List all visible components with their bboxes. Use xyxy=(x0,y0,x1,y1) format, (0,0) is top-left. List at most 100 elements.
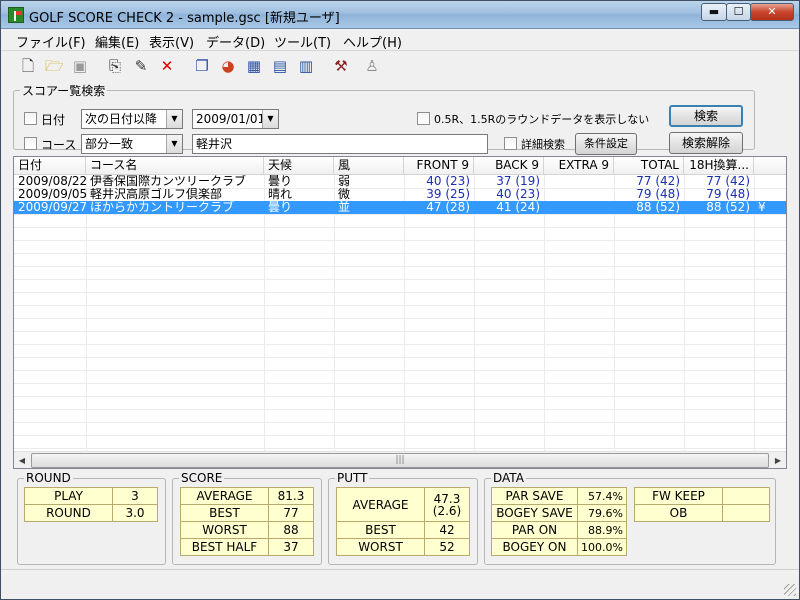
menu-view[interactable]: 表示(V) xyxy=(149,32,194,51)
cell-weather: 曇り xyxy=(268,201,293,214)
clear-search-button[interactable]: 検索解除 xyxy=(669,132,743,154)
main-window: GOLF SCORE CHECK 2 - sample.gsc [新規ユーザ] … xyxy=(0,0,800,600)
score-grid[interactable]: 日付 コース名 天候 風 FRONT 9 BACK 9 EXTRA 9 TOTA… xyxy=(13,156,787,469)
cell-date: 2009/08/22 xyxy=(18,175,86,188)
scroll-left-icon[interactable]: ◀ xyxy=(14,453,30,468)
delete-icon[interactable]: ✕ xyxy=(158,57,176,75)
copy-icon[interactable]: ❐ xyxy=(193,57,211,75)
menu-tools[interactable]: ツール(T) xyxy=(274,32,331,51)
stat-label: BEST xyxy=(336,521,425,539)
detail-search-checkbox[interactable] xyxy=(504,137,517,150)
cell-total: 88 (52) xyxy=(636,201,680,214)
tools-icon[interactable]: ⚒ xyxy=(332,57,350,75)
stat-label: WORST xyxy=(336,538,425,556)
horizontal-scrollbar[interactable]: ◀ ||| ▶ xyxy=(14,451,786,468)
cell-back9: 41 (24) xyxy=(496,201,540,214)
stat-value: 3.0 xyxy=(112,504,158,522)
col-header-18h[interactable]: 18H換算... xyxy=(684,157,754,175)
cell-total: 77 (42) xyxy=(636,175,680,188)
course-match-value: 部分一致 xyxy=(85,137,134,151)
status-bar xyxy=(1,569,799,599)
cell-wind: 弱 xyxy=(338,175,351,188)
course-match-select[interactable]: 部分一致 ▼ xyxy=(81,134,183,154)
open-folder-icon[interactable]: 🗁 xyxy=(45,57,64,75)
search-button[interactable]: 検索 xyxy=(669,105,743,127)
col-header-date[interactable]: 日付 xyxy=(14,157,86,175)
menu-file[interactable]: ファイル(F) xyxy=(16,32,86,51)
col-header-weather[interactable]: 天候 xyxy=(264,157,334,175)
chevron-down-icon[interactable]: ▼ xyxy=(262,110,278,128)
add-record-icon[interactable]: ⎘ xyxy=(106,57,124,75)
putt-average-per-hole: (2.6) xyxy=(432,503,462,518)
col-header-wind[interactable]: 風 xyxy=(334,157,404,175)
course-name-value: 軽井沢 xyxy=(196,137,233,151)
stat-label: PLAY xyxy=(24,487,113,505)
stat-label: AVERAGE xyxy=(336,487,425,522)
save-icon[interactable]: ▣ xyxy=(71,57,89,75)
cell-18h: 88 (52) xyxy=(706,201,750,214)
col-header-total[interactable]: TOTAL xyxy=(614,157,684,175)
stat-label: BEST HALF xyxy=(180,538,269,556)
round-group: ROUND PLAY 3 ROUND 3.0 xyxy=(17,471,166,565)
stat-label: BEST xyxy=(180,504,269,522)
data-group: DATA PAR SAVE 57.4% BOGEY SAVE 79.6% PAR O… xyxy=(484,471,776,565)
stat-label: OB xyxy=(634,504,723,522)
edit-record-icon[interactable]: ✎ xyxy=(132,57,150,75)
menu-edit[interactable]: 編集(E) xyxy=(95,32,139,51)
course-name-input[interactable]: 軽井沢 xyxy=(192,134,488,154)
col-header-back9[interactable]: BACK 9 xyxy=(474,157,544,175)
chart-icon[interactable]: ◕ xyxy=(219,57,237,75)
table-icon[interactable]: ▦ xyxy=(245,57,263,75)
cell-total: 79 (48) xyxy=(636,188,680,201)
col-header-extra9[interactable]: EXTRA 9 xyxy=(544,157,614,175)
stat-label: BOGEY ON xyxy=(491,538,578,556)
date-picker[interactable]: 2009/01/01 ▼ xyxy=(192,109,279,129)
hide-partial-rounds-checkbox[interactable] xyxy=(417,112,430,125)
report-icon[interactable]: ▥ xyxy=(297,57,315,75)
cell-extra9 xyxy=(544,201,614,214)
resize-grip-icon[interactable] xyxy=(784,584,796,596)
date-mode-value: 次の日付以降 xyxy=(85,112,158,126)
chevron-down-icon[interactable]: ▼ xyxy=(166,135,182,153)
title-bar[interactable]: GOLF SCORE CHECK 2 - sample.gsc [新規ユーザ] … xyxy=(1,1,799,29)
date-mode-select[interactable]: 次の日付以降 ▼ xyxy=(81,109,183,129)
maximize-button[interactable]: ☐ xyxy=(726,3,751,21)
scrollbar-thumb[interactable]: ||| xyxy=(31,453,769,468)
stat-value: 52 xyxy=(424,538,470,556)
new-file-icon[interactable]: 🗋 xyxy=(19,57,37,75)
stat-value: 77 xyxy=(268,504,314,522)
course-filter-checkbox[interactable] xyxy=(24,137,37,150)
cell-wind: 微 xyxy=(338,188,351,201)
cell-front9: 39 (25) xyxy=(426,188,470,201)
minimize-button[interactable]: ▬ xyxy=(701,3,727,21)
date-filter-checkbox[interactable] xyxy=(24,112,37,125)
cell-back9: 37 (19) xyxy=(496,175,540,188)
col-header-extra[interactable] xyxy=(754,157,786,175)
round-legend: ROUND xyxy=(26,471,71,485)
stat-label: ROUND xyxy=(24,504,113,522)
condition-settings-button[interactable]: 条件設定 xyxy=(575,133,637,155)
stat-label: AVERAGE xyxy=(180,487,269,505)
cell-extra xyxy=(754,175,786,188)
hide-partial-rounds-label: 0.5R、1.5Rのラウンドデータを表示しない xyxy=(434,113,650,126)
stat-value: 88 xyxy=(268,521,314,539)
close-button[interactable]: ✕ xyxy=(750,3,794,21)
scroll-right-icon[interactable]: ▶ xyxy=(770,453,786,468)
menu-help[interactable]: ヘルプ(H) xyxy=(343,32,402,51)
cell-extra9 xyxy=(544,188,614,201)
col-header-course[interactable]: コース名 xyxy=(86,157,264,175)
putt-group: PUTT AVERAGE 47.3 (2.6) BEST 42 WORST 52 xyxy=(328,471,478,565)
user-icon[interactable]: ♙ xyxy=(363,57,381,75)
date-value: 2009/01/01 xyxy=(196,112,266,126)
chevron-down-icon[interactable]: ▼ xyxy=(166,110,182,128)
table-row[interactable]: 2009/08/22 伊香保国際カンツリークラブ 曇り 弱 40 (23) 37… xyxy=(14,175,786,188)
table-row-selected[interactable]: 2009/09/27 ほからかカントリークラブ 曇り 並 47 (28) 41 … xyxy=(14,201,786,214)
stat-value xyxy=(722,487,770,505)
grid-body: 2009/08/22 伊香保国際カンツリークラブ 曇り 弱 40 (23) 37… xyxy=(14,175,786,452)
score-search-group: スコアー覧検索 日付 次の日付以降 ▼ 2009/01/01 ▼ 0.5R、1.… xyxy=(13,82,755,155)
calendar-icon[interactable]: ▤ xyxy=(271,57,289,75)
col-header-front9[interactable]: FRONT 9 xyxy=(404,157,474,175)
table-row[interactable]: 2009/09/05 軽井沢高原ゴルフ倶楽部 晴れ 微 39 (25) 40 (… xyxy=(14,188,786,201)
menu-data[interactable]: データ(D) xyxy=(206,32,265,51)
cell-extra9 xyxy=(544,175,614,188)
